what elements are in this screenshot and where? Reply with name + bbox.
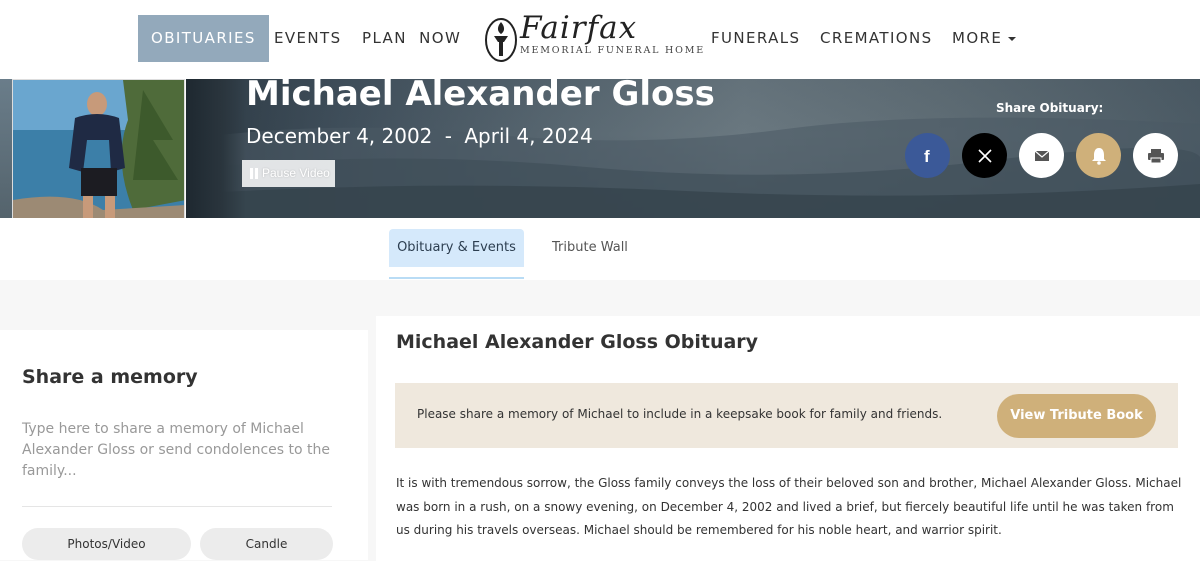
facebook-icon: f bbox=[924, 147, 930, 165]
share-notify-button[interactable] bbox=[1076, 133, 1121, 178]
death-date: April 4, 2024 bbox=[464, 124, 593, 148]
active-tab-underline bbox=[389, 277, 524, 279]
tree-silhouette bbox=[186, 79, 246, 218]
x-icon bbox=[977, 148, 992, 163]
pause-video-label: Pause Video bbox=[262, 166, 330, 180]
share-memory-title: Share a memory bbox=[22, 366, 198, 388]
bell-icon bbox=[1091, 147, 1106, 165]
share-email-button[interactable] bbox=[1019, 133, 1064, 178]
email-icon bbox=[1034, 150, 1049, 161]
share-facebook-button[interactable]: f bbox=[905, 133, 950, 178]
share-print-button[interactable] bbox=[1133, 133, 1178, 178]
deceased-name: Michael Alexander Gloss bbox=[246, 74, 715, 114]
share-x-button[interactable] bbox=[962, 133, 1007, 178]
tab-obituary-events[interactable]: Obituary & Events bbox=[389, 229, 524, 267]
logo-subtitle: MEMORIAL FUNERAL HOME bbox=[520, 45, 705, 56]
nav-events[interactable]: EVENTS bbox=[274, 15, 342, 62]
candle-button[interactable]: Candle bbox=[200, 528, 333, 560]
nav-more-label: MORE bbox=[952, 29, 1003, 47]
top-navigation: OBITUARIES EVENTS PLAN NOW Fairfax MEMOR… bbox=[0, 0, 1200, 79]
torch-emblem-icon bbox=[485, 18, 517, 62]
print-icon bbox=[1147, 148, 1164, 163]
memory-divider bbox=[22, 506, 332, 507]
date-separator: - bbox=[444, 124, 452, 148]
birth-date: December 4, 2002 bbox=[246, 124, 433, 148]
tab-tribute-wall[interactable]: Tribute Wall bbox=[552, 229, 628, 267]
nav-funerals[interactable]: FUNERALS bbox=[711, 15, 800, 62]
view-tribute-book-button[interactable]: View Tribute Book bbox=[997, 394, 1156, 438]
obituary-title: Michael Alexander Gloss Obituary bbox=[396, 331, 759, 353]
hero-left-strip bbox=[0, 79, 12, 218]
caret-down-icon bbox=[1008, 36, 1017, 41]
svg-text:f: f bbox=[924, 147, 930, 165]
nav-more-dropdown[interactable]: MORE bbox=[952, 15, 1017, 62]
fairfax-logo[interactable]: Fairfax MEMORIAL FUNERAL HOME bbox=[484, 10, 703, 64]
pause-icon bbox=[250, 168, 258, 179]
tribute-book-prompt: Please share a memory of Michael to incl… bbox=[417, 407, 943, 421]
obituary-body-text: It is with tremendous sorrow, the Gloss … bbox=[396, 476, 1182, 537]
photos-video-button[interactable]: Photos/Video bbox=[22, 528, 191, 560]
share-obituary-label: Share Obituary: bbox=[996, 101, 1104, 115]
nav-cremations[interactable]: CREMATIONS bbox=[820, 15, 933, 62]
pause-video-button[interactable]: Pause Video bbox=[242, 160, 335, 187]
life-dates: December 4, 2002 - April 4, 2024 bbox=[246, 124, 593, 148]
memory-text-input[interactable]: Type here to share a memory of Michael A… bbox=[22, 419, 332, 482]
nav-obituaries[interactable]: OBITUARIES bbox=[138, 15, 269, 62]
nav-plan-now[interactable]: PLAN NOW bbox=[362, 15, 461, 62]
logo-wordmark: Fairfax bbox=[520, 10, 638, 46]
